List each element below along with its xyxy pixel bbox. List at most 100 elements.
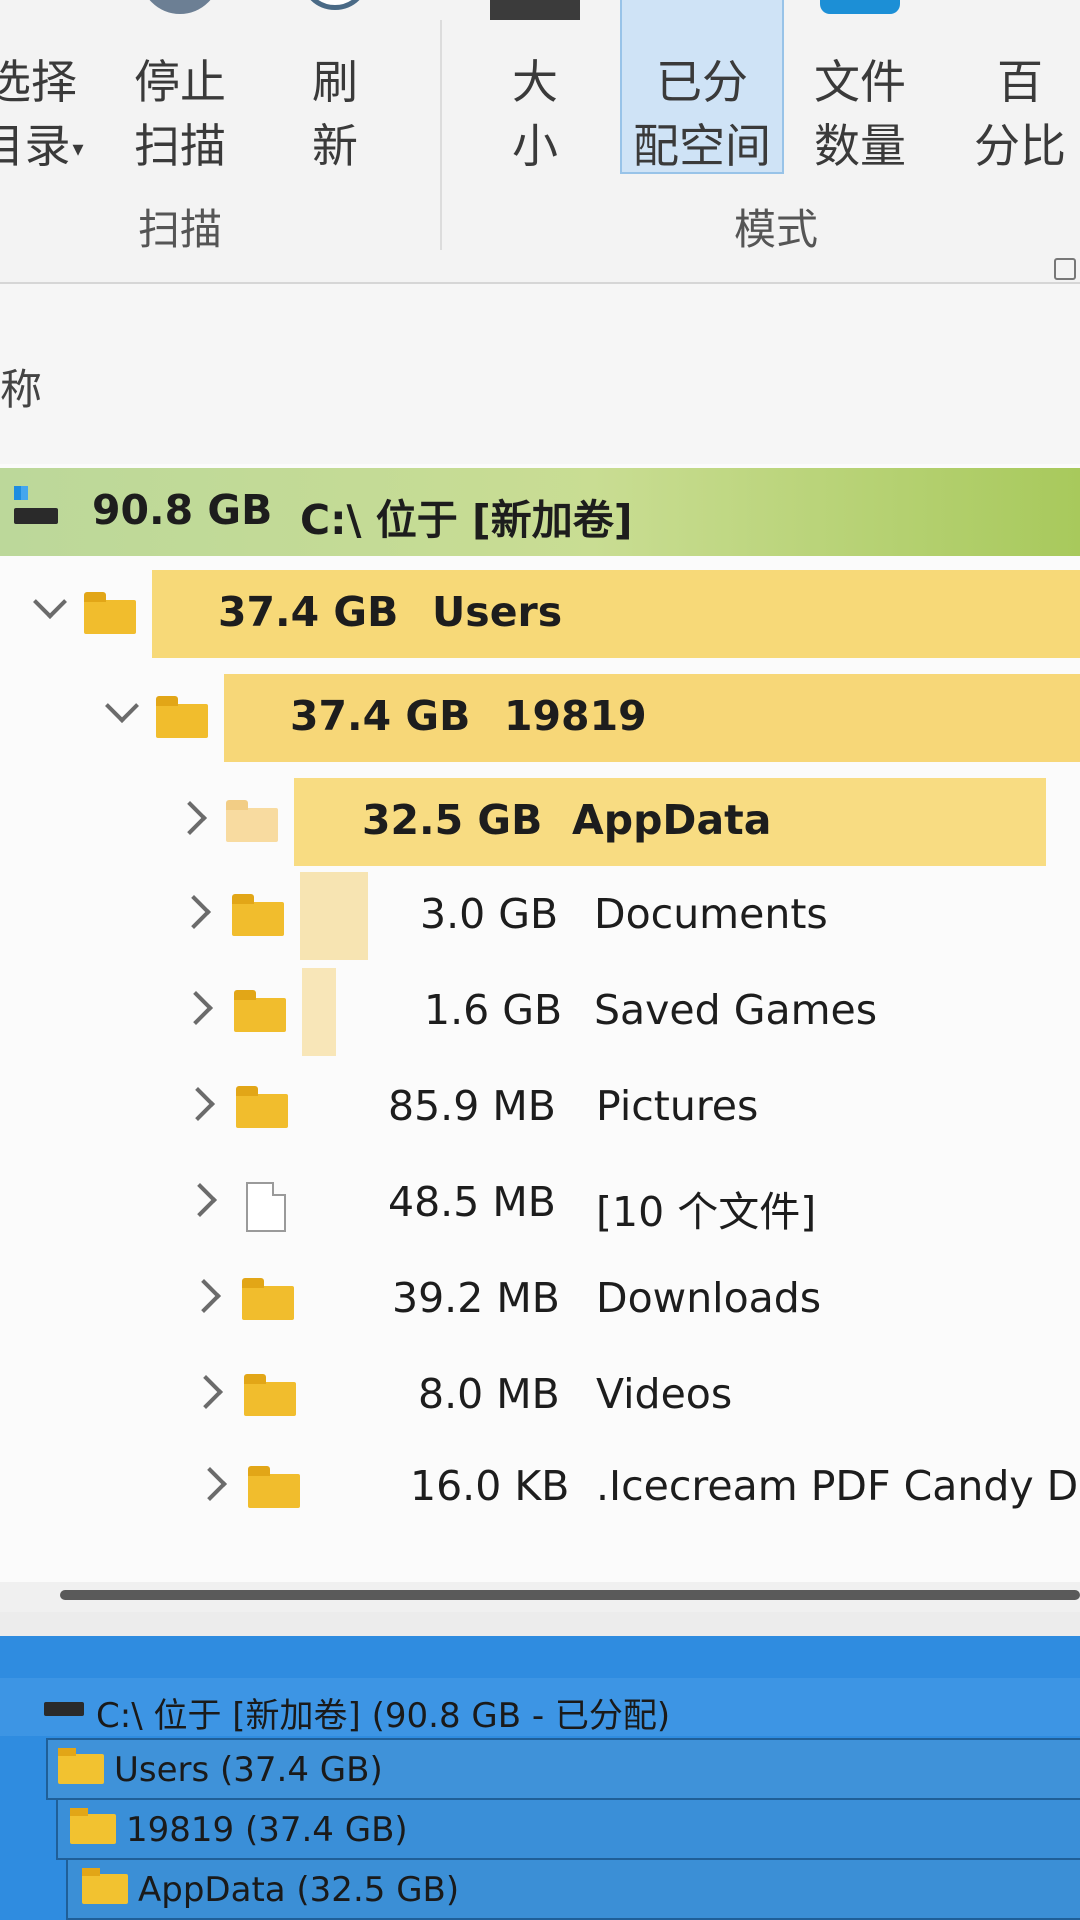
folder-icon	[84, 592, 136, 634]
percent-label-2: 分比	[974, 119, 1066, 173]
mode-group-label: 模式	[734, 205, 819, 254]
allocated-space-mode-button[interactable]: 已分 配空间	[620, 0, 784, 174]
tree-row-pictures[interactable]: 85.9 MB Pictures	[0, 1060, 1080, 1152]
row-name: Downloads	[596, 1274, 822, 1322]
row-name: AppData	[572, 796, 772, 844]
row-size: 48.5 MB	[388, 1178, 556, 1226]
treemap-label: 19819 (37.4 GB)	[126, 1810, 408, 1850]
treemap-label: Users (37.4 GB)	[114, 1750, 383, 1790]
allocated-space-label-1: 已分	[656, 55, 748, 109]
select-directory-button[interactable]: 选择 目录▾	[0, 0, 86, 180]
folder-icon	[236, 1086, 288, 1128]
stop-scan-button[interactable]: 停止 扫描	[120, 0, 240, 180]
refresh-button[interactable]: 刷 新	[290, 0, 380, 180]
tree-row-files[interactable]: 48.5 MB [10 个文件]	[0, 1156, 1080, 1248]
file-count-label-1: 文件	[814, 55, 906, 109]
file-icon	[246, 1182, 286, 1232]
stop-scan-label-1: 停止	[134, 55, 226, 109]
row-size: 90.8 GB	[92, 486, 273, 534]
scan-group-label: 扫描	[138, 205, 223, 254]
row-name: [10 个文件]	[596, 1188, 817, 1236]
file-count-icon	[820, 0, 900, 14]
row-name: .Icecream PDF Candy Desktop	[596, 1462, 1080, 1510]
folder-icon	[82, 1868, 128, 1904]
chevron-down-icon[interactable]	[105, 689, 139, 723]
treemap-block-appdata[interactable]: AppData (32.5 GB)	[66, 1858, 1080, 1920]
ribbon-pin-icon[interactable]	[1054, 258, 1076, 280]
folder-icon	[244, 1374, 296, 1416]
tree-row-videos[interactable]: 8.0 MB Videos	[0, 1348, 1080, 1440]
name-column-header[interactable]: 称	[0, 356, 42, 417]
row-size: 85.9 MB	[388, 1082, 556, 1130]
tree-row-appdata[interactable]: 32.5 GB AppData	[0, 774, 1080, 866]
tree-row-documents[interactable]: 3.0 GB Documents	[0, 868, 1080, 960]
row-name: C:\ 位于 [新加卷]	[300, 496, 633, 544]
treemap-block-drive[interactable]: C:\ 位于 [新加卷] (90.8 GB - 已分配)	[0, 1678, 1080, 1736]
chevron-right-icon[interactable]	[193, 1467, 227, 1501]
size-bar	[300, 872, 368, 960]
chevron-right-icon[interactable]	[189, 1375, 223, 1409]
percent-label-1: 百	[997, 55, 1043, 109]
folder-icon	[232, 894, 284, 936]
row-size: 3.0 GB	[420, 890, 559, 938]
row-size: 37.4 GB	[218, 588, 399, 636]
column-header	[0, 284, 1080, 464]
row-size: 1.6 GB	[424, 986, 563, 1034]
row-name: 19819	[504, 692, 647, 740]
file-count-label-2: 数量	[814, 119, 906, 173]
row-size: 39.2 MB	[392, 1274, 560, 1322]
row-size: 37.4 GB	[290, 692, 471, 740]
treemap-block-users[interactable]: Users (37.4 GB)	[46, 1738, 1080, 1800]
chevron-right-icon[interactable]	[183, 1183, 217, 1217]
select-directory-label-2: 目录	[0, 119, 71, 173]
treemap-label: AppData (32.5 GB)	[138, 1870, 460, 1910]
percent-mode-button[interactable]: 百 分比	[960, 0, 1080, 180]
row-size: 16.0 KB	[410, 1462, 570, 1510]
chevron-down-icon[interactable]	[33, 585, 67, 619]
refresh-label-2: 新	[312, 119, 358, 173]
size-mode-label-1: 大	[512, 55, 558, 109]
ribbon-toolbar: 选择 目录▾ 停止 扫描 刷 新 大 小 已分 配空间 文件 数量 百 分比 扫…	[0, 0, 1080, 284]
row-size: 32.5 GB	[362, 796, 543, 844]
ribbon-divider	[440, 20, 442, 250]
file-count-mode-button[interactable]: 文件 数量	[800, 0, 920, 180]
row-name: Documents	[594, 890, 828, 938]
drive-icon	[44, 1702, 84, 1716]
tree-row-saved-games[interactable]: 1.6 GB Saved Games	[0, 964, 1080, 1056]
tree-row-users[interactable]: 37.4 GB Users	[0, 566, 1080, 658]
chevron-right-icon[interactable]	[187, 1279, 221, 1313]
refresh-label-1: 刷	[312, 55, 358, 109]
folder-icon	[248, 1466, 300, 1508]
stop-scan-label-2: 扫描	[134, 119, 226, 173]
chevron-right-icon[interactable]	[181, 1087, 215, 1121]
treemap-label: C:\ 位于 [新加卷] (90.8 GB - 已分配)	[96, 1696, 671, 1736]
tree-row-icecream[interactable]: 16.0 KB .Icecream PDF Candy Desktop	[0, 1440, 1080, 1532]
folder-icon	[156, 696, 208, 738]
allocated-space-label-2: 配空间	[633, 119, 771, 173]
row-name: Videos	[596, 1370, 733, 1418]
size-mode-icon	[490, 0, 580, 20]
folder-icon	[58, 1748, 104, 1784]
horizontal-scrollbar-thumb[interactable]	[60, 1590, 1080, 1600]
folder-tree: 90.8 GB C:\ 位于 [新加卷] 37.4 GB Users 37.4 …	[0, 464, 1080, 1582]
tree-row-drive[interactable]: 90.8 GB C:\ 位于 [新加卷]	[0, 464, 1080, 556]
size-mode-button[interactable]: 大 小	[490, 0, 580, 180]
tree-row-19819[interactable]: 37.4 GB 19819	[0, 670, 1080, 762]
row-name: Pictures	[596, 1082, 759, 1130]
drive-icon	[14, 486, 58, 524]
row-name: Users	[432, 588, 563, 636]
folder-icon	[226, 800, 278, 842]
folder-icon	[70, 1808, 116, 1844]
chevron-right-icon[interactable]	[173, 801, 207, 835]
row-name: Saved Games	[594, 986, 878, 1034]
size-mode-label-2: 小	[512, 119, 558, 173]
chevron-right-icon[interactable]	[177, 895, 211, 929]
treemap-panel[interactable]: C:\ 位于 [新加卷] (90.8 GB - 已分配) Users (37.4…	[0, 1636, 1080, 1920]
treemap-block-19819[interactable]: 19819 (37.4 GB)	[56, 1798, 1080, 1860]
tree-row-downloads[interactable]: 39.2 MB Downloads	[0, 1252, 1080, 1344]
stop-icon	[140, 0, 220, 14]
chevron-right-icon[interactable]	[179, 991, 213, 1025]
refresh-icon	[300, 0, 370, 10]
folder-icon	[242, 1278, 294, 1320]
select-directory-label-1: 选择	[0, 55, 77, 109]
